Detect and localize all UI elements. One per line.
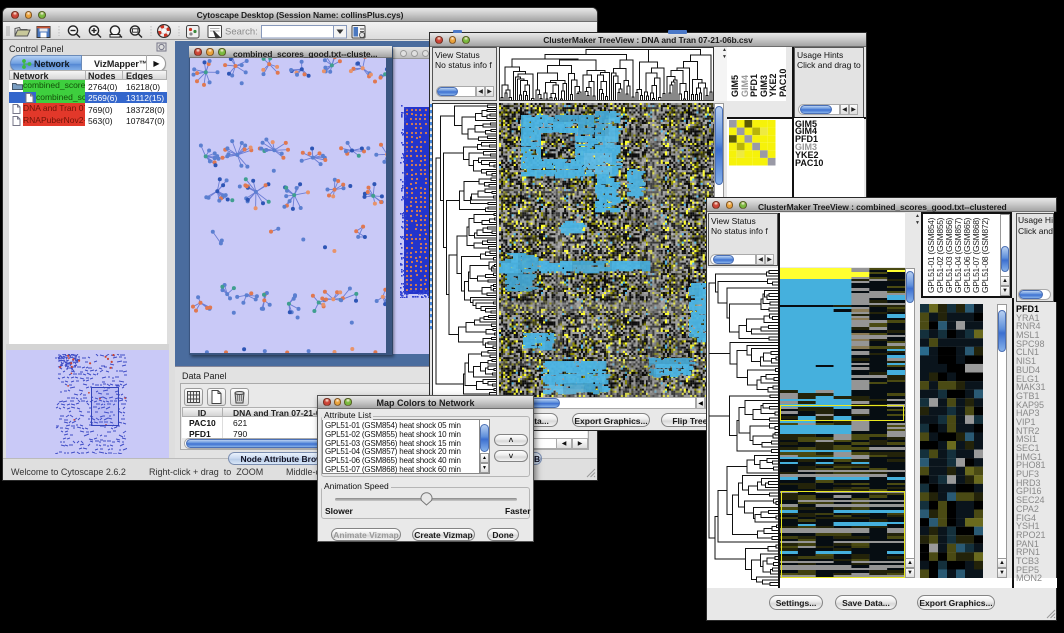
svg-text:Search:: Search: xyxy=(225,27,258,38)
